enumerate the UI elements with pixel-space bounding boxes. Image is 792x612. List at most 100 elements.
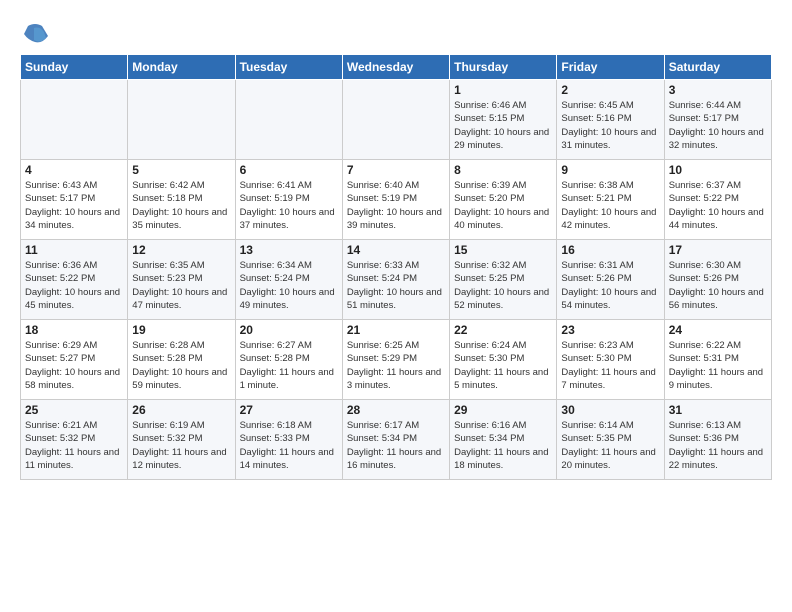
day-number: 10 (669, 163, 767, 177)
calendar-day-2: 2 Sunrise: 6:45 AM Sunset: 5:16 PM Daylig… (557, 80, 664, 160)
day-number: 19 (132, 323, 230, 337)
weekday-header-friday: Friday (557, 55, 664, 80)
day-info: Sunrise: 6:44 AM Sunset: 5:17 PM Dayligh… (669, 99, 767, 152)
day-number: 8 (454, 163, 552, 177)
weekday-header-tuesday: Tuesday (235, 55, 342, 80)
day-info: Sunrise: 6:19 AM Sunset: 5:32 PM Dayligh… (132, 419, 230, 472)
day-info: Sunrise: 6:16 AM Sunset: 5:34 PM Dayligh… (454, 419, 552, 472)
day-info: Sunrise: 6:35 AM Sunset: 5:23 PM Dayligh… (132, 259, 230, 312)
day-info: Sunrise: 6:46 AM Sunset: 5:15 PM Dayligh… (454, 99, 552, 152)
day-number: 13 (240, 243, 338, 257)
weekday-header-row: SundayMondayTuesdayWednesdayThursdayFrid… (21, 55, 772, 80)
day-info: Sunrise: 6:45 AM Sunset: 5:16 PM Dayligh… (561, 99, 659, 152)
day-number: 21 (347, 323, 445, 337)
day-number: 5 (132, 163, 230, 177)
calendar-week-row: 18 Sunrise: 6:29 AM Sunset: 5:27 PM Dayli… (21, 320, 772, 400)
day-number: 27 (240, 403, 338, 417)
calendar-week-row: 25Sunrise: 6:21 AM Sunset: 5:32 PM Dayli… (21, 400, 772, 480)
calendar-day-25: 25Sunrise: 6:21 AM Sunset: 5:32 PM Dayli… (21, 400, 128, 480)
calendar-day-16: 16 Sunrise: 6:31 AM Sunset: 5:26 PM Dayli… (557, 240, 664, 320)
day-info: Sunrise: 6:31 AM Sunset: 5:26 PM Dayligh… (561, 259, 659, 312)
calendar-week-row: 4 Sunrise: 6:43 AM Sunset: 5:17 PM Daylig… (21, 160, 772, 240)
calendar-day-11: 11Sunrise: 6:36 AM Sunset: 5:22 PM Dayli… (21, 240, 128, 320)
day-info: Sunrise: 6:17 AM Sunset: 5:34 PM Dayligh… (347, 419, 445, 472)
calendar-day-27: 27 Sunrise: 6:18 AM Sunset: 5:33 PM Dayli… (235, 400, 342, 480)
calendar-day-26: 26 Sunrise: 6:19 AM Sunset: 5:32 PM Dayli… (128, 400, 235, 480)
day-number: 31 (669, 403, 767, 417)
day-number: 2 (561, 83, 659, 97)
calendar-day-21: 21 Sunrise: 6:25 AM Sunset: 5:29 PM Dayli… (342, 320, 449, 400)
calendar-day-23: 23 Sunrise: 6:23 AM Sunset: 5:30 PM Dayli… (557, 320, 664, 400)
calendar-day-29: 29 Sunrise: 6:16 AM Sunset: 5:34 PM Dayli… (450, 400, 557, 480)
day-info: Sunrise: 6:27 AM Sunset: 5:28 PM Dayligh… (240, 339, 338, 392)
day-info: Sunrise: 6:30 AM Sunset: 5:26 PM Dayligh… (669, 259, 767, 312)
day-number: 16 (561, 243, 659, 257)
day-info: Sunrise: 6:42 AM Sunset: 5:18 PM Dayligh… (132, 179, 230, 232)
day-info: Sunrise: 6:14 AM Sunset: 5:35 PM Dayligh… (561, 419, 659, 472)
day-number: 12 (132, 243, 230, 257)
day-number: 3 (669, 83, 767, 97)
day-number: 7 (347, 163, 445, 177)
day-info: Sunrise: 6:34 AM Sunset: 5:24 PM Dayligh… (240, 259, 338, 312)
day-number: 4 (25, 163, 123, 177)
day-number: 14 (347, 243, 445, 257)
calendar-day-9: 9 Sunrise: 6:38 AM Sunset: 5:21 PM Daylig… (557, 160, 664, 240)
calendar-day-19: 19 Sunrise: 6:28 AM Sunset: 5:28 PM Dayli… (128, 320, 235, 400)
day-info: Sunrise: 6:29 AM Sunset: 5:27 PM Dayligh… (25, 339, 123, 392)
day-info: Sunrise: 6:24 AM Sunset: 5:30 PM Dayligh… (454, 339, 552, 392)
weekday-header-wednesday: Wednesday (342, 55, 449, 80)
weekday-header-monday: Monday (128, 55, 235, 80)
empty-cell (235, 80, 342, 160)
calendar-day-28: 28 Sunrise: 6:17 AM Sunset: 5:34 PM Dayli… (342, 400, 449, 480)
day-info: Sunrise: 6:33 AM Sunset: 5:24 PM Dayligh… (347, 259, 445, 312)
calendar-day-20: 20Sunrise: 6:27 AM Sunset: 5:28 PM Dayli… (235, 320, 342, 400)
day-info: Sunrise: 6:37 AM Sunset: 5:22 PM Dayligh… (669, 179, 767, 232)
weekday-header-sunday: Sunday (21, 55, 128, 80)
day-number: 24 (669, 323, 767, 337)
empty-cell (21, 80, 128, 160)
day-number: 23 (561, 323, 659, 337)
day-info: Sunrise: 6:21 AM Sunset: 5:32 PM Dayligh… (25, 419, 123, 472)
day-number: 17 (669, 243, 767, 257)
day-info: Sunrise: 6:41 AM Sunset: 5:19 PM Dayligh… (240, 179, 338, 232)
day-number: 22 (454, 323, 552, 337)
calendar-day-24: 24 Sunrise: 6:22 AM Sunset: 5:31 PM Dayli… (664, 320, 771, 400)
day-number: 26 (132, 403, 230, 417)
day-info: Sunrise: 6:36 AM Sunset: 5:22 PM Dayligh… (25, 259, 123, 312)
day-info: Sunrise: 6:38 AM Sunset: 5:21 PM Dayligh… (561, 179, 659, 232)
calendar-day-30: 30 Sunrise: 6:14 AM Sunset: 5:35 PM Dayli… (557, 400, 664, 480)
calendar-day-4: 4 Sunrise: 6:43 AM Sunset: 5:17 PM Daylig… (21, 160, 128, 240)
calendar-day-31: 31Sunrise: 6:13 AM Sunset: 5:36 PM Dayli… (664, 400, 771, 480)
weekday-header-thursday: Thursday (450, 55, 557, 80)
day-info: Sunrise: 6:28 AM Sunset: 5:28 PM Dayligh… (132, 339, 230, 392)
day-info: Sunrise: 6:32 AM Sunset: 5:25 PM Dayligh… (454, 259, 552, 312)
calendar-week-row: 1Sunrise: 6:46 AM Sunset: 5:15 PM Daylig… (21, 80, 772, 160)
day-info: Sunrise: 6:40 AM Sunset: 5:19 PM Dayligh… (347, 179, 445, 232)
calendar-day-1: 1Sunrise: 6:46 AM Sunset: 5:15 PM Daylig… (450, 80, 557, 160)
logo-icon (20, 20, 50, 50)
calendar-day-17: 17 Sunrise: 6:30 AM Sunset: 5:26 PM Dayli… (664, 240, 771, 320)
day-number: 6 (240, 163, 338, 177)
header (20, 16, 772, 50)
day-info: Sunrise: 6:43 AM Sunset: 5:17 PM Dayligh… (25, 179, 123, 232)
day-info: Sunrise: 6:18 AM Sunset: 5:33 PM Dayligh… (240, 419, 338, 472)
day-info: Sunrise: 6:22 AM Sunset: 5:31 PM Dayligh… (669, 339, 767, 392)
day-number: 28 (347, 403, 445, 417)
calendar-week-row: 11Sunrise: 6:36 AM Sunset: 5:22 PM Dayli… (21, 240, 772, 320)
day-number: 30 (561, 403, 659, 417)
day-number: 18 (25, 323, 123, 337)
calendar-day-15: 15Sunrise: 6:32 AM Sunset: 5:25 PM Dayli… (450, 240, 557, 320)
calendar-day-5: 5 Sunrise: 6:42 AM Sunset: 5:18 PM Daylig… (128, 160, 235, 240)
calendar-day-18: 18 Sunrise: 6:29 AM Sunset: 5:27 PM Dayli… (21, 320, 128, 400)
day-number: 9 (561, 163, 659, 177)
calendar-day-22: 22 Sunrise: 6:24 AM Sunset: 5:30 PM Dayli… (450, 320, 557, 400)
calendar-day-10: 10 Sunrise: 6:37 AM Sunset: 5:22 PM Dayli… (664, 160, 771, 240)
day-number: 29 (454, 403, 552, 417)
calendar-day-7: 7 Sunrise: 6:40 AM Sunset: 5:19 PM Daylig… (342, 160, 449, 240)
day-info: Sunrise: 6:25 AM Sunset: 5:29 PM Dayligh… (347, 339, 445, 392)
calendar-day-14: 14 Sunrise: 6:33 AM Sunset: 5:24 PM Dayli… (342, 240, 449, 320)
empty-cell (342, 80, 449, 160)
calendar-day-13: 13 Sunrise: 6:34 AM Sunset: 5:24 PM Dayli… (235, 240, 342, 320)
day-info: Sunrise: 6:23 AM Sunset: 5:30 PM Dayligh… (561, 339, 659, 392)
calendar-day-8: 8Sunrise: 6:39 AM Sunset: 5:20 PM Daylig… (450, 160, 557, 240)
